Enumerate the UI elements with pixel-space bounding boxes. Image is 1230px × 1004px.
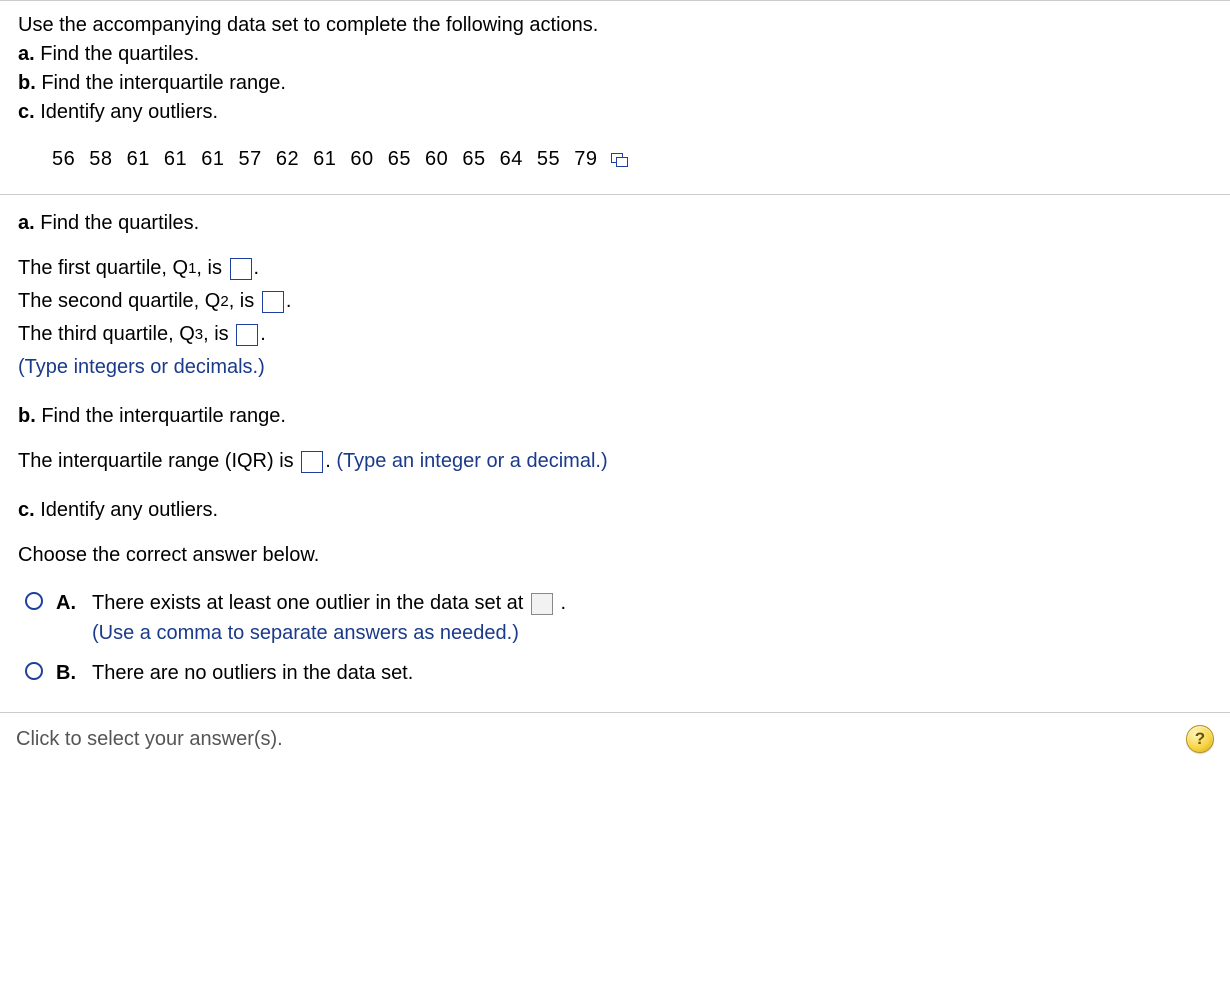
help-icon: ? — [1195, 729, 1205, 749]
iqr-line: The interquartile range (IQR) is . (Type… — [18, 447, 1212, 476]
choose-text: Choose the correct answer below. — [18, 541, 1212, 570]
option-b-row: B. There are no outliers in the data set… — [20, 658, 1212, 688]
intro-b: b. Find the interquartile range. — [18, 69, 1212, 98]
option-a-row: A. There exists at least one outlier in … — [20, 588, 1212, 648]
copy-data-icon[interactable] — [611, 153, 629, 167]
q1-input[interactable] — [230, 258, 252, 280]
q2-line: The second quartile, Q2, is . — [18, 287, 1212, 316]
part-b-header: b. Find the interquartile range. — [18, 402, 1212, 431]
intro-c: c. Identify any outliers. — [18, 98, 1212, 127]
part-a-header: a. Find the quartiles. — [18, 209, 1212, 238]
q1-line: The first quartile, Q1, is . — [18, 254, 1212, 283]
help-button[interactable]: ? — [1186, 725, 1214, 753]
data-values: 56 58 61 61 61 57 62 61 60 65 60 65 64 5… — [52, 145, 597, 174]
option-a-label: A. — [56, 589, 76, 618]
footer-prompt: Click to select your answer(s). — [16, 728, 283, 751]
intro-a: a. Find the quartiles. — [18, 40, 1212, 69]
option-b-radio[interactable] — [25, 662, 43, 680]
intro-line: Use the accompanying data set to complet… — [18, 11, 1212, 40]
part-c-header: c. Identify any outliers. — [18, 496, 1212, 525]
option-b-text: There are no outliers in the data set. — [92, 658, 413, 688]
option-a-text: There exists at least one outlier in the… — [92, 588, 566, 648]
footer: Click to select your answer(s). ? — [0, 712, 1230, 765]
question-body: a. Find the quartiles. The first quartil… — [0, 195, 1230, 712]
question-intro: Use the accompanying data set to complet… — [0, 1, 1230, 188]
iqr-input[interactable] — [301, 451, 323, 473]
part-a-hint: (Type integers or decimals.) — [18, 353, 1212, 382]
outlier-input[interactable] — [531, 593, 553, 615]
q3-line: The third quartile, Q3, is . — [18, 320, 1212, 349]
option-a-radio[interactable] — [25, 592, 43, 610]
data-set-row: 56 58 61 61 61 57 62 61 60 65 60 65 64 5… — [18, 145, 1212, 174]
q2-input[interactable] — [262, 291, 284, 313]
option-b-label: B. — [56, 659, 76, 688]
q3-input[interactable] — [236, 324, 258, 346]
